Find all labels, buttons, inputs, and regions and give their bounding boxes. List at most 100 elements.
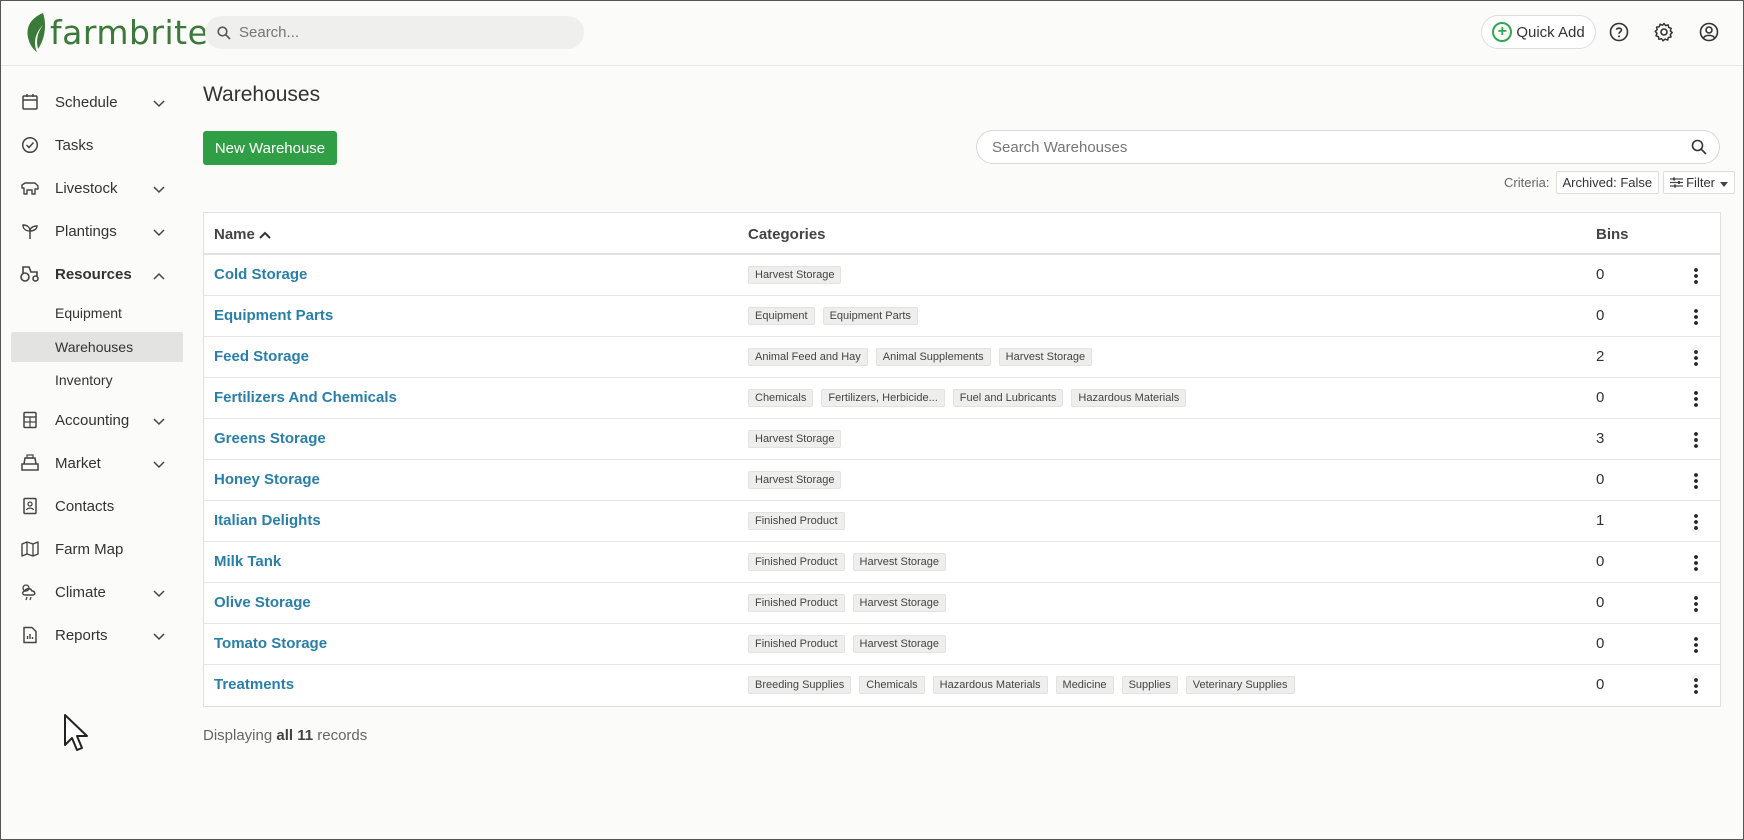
sidebar-subitem-equipment[interactable]: Equipment bbox=[11, 298, 183, 328]
table-row[interactable]: Milk Tank Finished Product Harvest Storage… bbox=[204, 542, 1720, 583]
table-row[interactable]: Italian Delights Finished Product 1 bbox=[204, 501, 1720, 542]
criteria-chip[interactable]: Archived: False bbox=[1555, 171, 1660, 194]
row-actions-kebab-icon[interactable] bbox=[1687, 677, 1705, 695]
sidebar-item-plantings[interactable]: Plantings bbox=[11, 212, 183, 250]
warehouse-search[interactable] bbox=[976, 130, 1720, 164]
quick-add-button[interactable]: + Quick Add bbox=[1481, 15, 1596, 49]
records-count: Displaying all 11 records bbox=[203, 727, 367, 744]
global-search-input[interactable] bbox=[237, 23, 557, 42]
bins-count: 2 bbox=[1596, 348, 1605, 365]
warehouse-name-link[interactable]: Treatments bbox=[214, 676, 294, 693]
table-row[interactable]: Tomato Storage Finished Product Harvest St… bbox=[204, 624, 1720, 665]
warehouse-name-link[interactable]: Italian Delights bbox=[214, 512, 321, 529]
category-tag: Supplies bbox=[1121, 676, 1178, 694]
sidebar-item-accounting[interactable]: Accounting bbox=[11, 401, 183, 439]
bins-count: 0 bbox=[1596, 553, 1605, 570]
category-tags: Animal Feed and Hay Animal Supplements Har… bbox=[748, 348, 1100, 366]
farmbrite-logo[interactable]: farmbrite bbox=[23, 11, 208, 53]
help-icon[interactable] bbox=[1607, 20, 1631, 44]
category-tag: Harvest Storage bbox=[852, 553, 947, 571]
chevron-down-icon bbox=[153, 585, 165, 602]
sidebar-subitem-inventory[interactable]: Inventory bbox=[11, 365, 183, 395]
sidebar-item-farm-map[interactable]: Farm Map bbox=[11, 530, 183, 568]
category-tag: Chemicals bbox=[859, 676, 925, 694]
row-actions-kebab-icon[interactable] bbox=[1687, 390, 1705, 408]
caret-down-icon bbox=[1720, 175, 1728, 190]
warehouse-name-link[interactable]: Honey Storage bbox=[214, 471, 320, 488]
table-row[interactable]: Fertilizers And Chemicals Chemicals Fertil… bbox=[204, 378, 1720, 419]
row-actions-kebab-icon[interactable] bbox=[1687, 349, 1705, 367]
global-search[interactable] bbox=[205, 16, 584, 49]
bins-count: 1 bbox=[1596, 512, 1605, 529]
records-prefix: Displaying bbox=[203, 727, 273, 744]
sidebar-item-market[interactable]: Market bbox=[11, 444, 183, 482]
sidebar-item-schedule[interactable]: Schedule bbox=[11, 83, 183, 121]
bins-count: 0 bbox=[1596, 389, 1605, 406]
table-row[interactable]: Treatments Breeding Supplies Chemicals Haza… bbox=[204, 665, 1720, 706]
category-tag: Fuel and Lubricants bbox=[952, 389, 1064, 407]
warehouse-name-link[interactable]: Cold Storage bbox=[214, 266, 307, 283]
row-actions-kebab-icon[interactable] bbox=[1687, 513, 1705, 531]
table-row[interactable]: Greens Storage Harvest Storage 3 bbox=[204, 419, 1720, 460]
sidebar-item-contacts[interactable]: Contacts bbox=[11, 487, 183, 525]
filter-label: Filter bbox=[1686, 175, 1715, 190]
row-actions-kebab-icon[interactable] bbox=[1687, 308, 1705, 326]
row-actions-kebab-icon[interactable] bbox=[1687, 554, 1705, 572]
row-actions-kebab-icon[interactable] bbox=[1687, 636, 1705, 654]
warehouse-name-link[interactable]: Milk Tank bbox=[214, 553, 281, 570]
bins-count: 0 bbox=[1596, 266, 1605, 283]
sidebar-item-resources[interactable]: Resources bbox=[11, 255, 183, 293]
sidebar-subitem-warehouses[interactable]: Warehouses bbox=[11, 332, 183, 362]
report-icon bbox=[19, 624, 41, 646]
table-row[interactable]: Olive Storage Finished Product Harvest Sto… bbox=[204, 583, 1720, 624]
sidebar-item-climate[interactable]: Climate bbox=[11, 573, 183, 611]
account-icon[interactable] bbox=[1697, 20, 1721, 44]
table-row[interactable]: Honey Storage Harvest Storage 0 bbox=[204, 460, 1720, 501]
search-icon bbox=[217, 25, 231, 40]
sidebar-item-tasks[interactable]: Tasks bbox=[11, 126, 183, 164]
warehouse-name-link[interactable]: Fertilizers And Chemicals bbox=[214, 389, 397, 406]
category-tag: Hazardous Materials bbox=[932, 676, 1048, 694]
row-actions-kebab-icon[interactable] bbox=[1687, 431, 1705, 449]
table-row[interactable]: Cold Storage Harvest Storage 0 bbox=[204, 255, 1720, 296]
chevron-down-icon bbox=[153, 224, 165, 241]
page-title: Warehouses bbox=[203, 83, 321, 106]
table-row[interactable]: Equipment Parts Equipment Equipment Parts 0 bbox=[204, 296, 1720, 337]
sidebar-item-label: Resources bbox=[55, 265, 132, 283]
chevron-down-icon bbox=[153, 628, 165, 645]
category-tag: Finished Product bbox=[748, 512, 845, 530]
top-bar: farmbrite + Quick Add bbox=[1, 1, 1743, 66]
warehouse-name-link[interactable]: Equipment Parts bbox=[214, 307, 333, 324]
warehouse-name-link[interactable]: Greens Storage bbox=[214, 430, 326, 447]
criteria-label: Criteria: bbox=[1504, 175, 1550, 190]
category-tag: Harvest Storage bbox=[998, 348, 1093, 366]
category-tag: Harvest Storage bbox=[852, 594, 947, 612]
warehouse-search-input[interactable] bbox=[990, 137, 1670, 157]
category-tag: Finished Product bbox=[748, 594, 845, 612]
warehouse-name-link[interactable]: Olive Storage bbox=[214, 594, 311, 611]
category-tags: Equipment Equipment Parts bbox=[748, 307, 926, 325]
search-icon[interactable] bbox=[1691, 139, 1707, 160]
row-actions-kebab-icon[interactable] bbox=[1687, 472, 1705, 490]
category-tags: Finished Product Harvest Storage bbox=[748, 594, 954, 612]
settings-icon[interactable] bbox=[1652, 20, 1676, 44]
row-actions-kebab-icon[interactable] bbox=[1687, 595, 1705, 613]
sidebar-item-reports[interactable]: Reports bbox=[11, 616, 183, 654]
category-tag: Harvest Storage bbox=[748, 266, 842, 284]
new-warehouse-button[interactable]: New Warehouse bbox=[203, 131, 337, 165]
warehouse-name-link[interactable]: Tomato Storage bbox=[214, 635, 327, 652]
row-actions-kebab-icon[interactable] bbox=[1687, 267, 1705, 285]
sidebar-item-label: Accounting bbox=[55, 411, 130, 429]
filter-button[interactable]: Filter bbox=[1663, 171, 1735, 194]
category-tag: Harvest Storage bbox=[748, 471, 842, 489]
column-bins-header: Bins bbox=[1596, 226, 1629, 243]
table-row[interactable]: Feed Storage Animal Feed and Hay Animal Su… bbox=[204, 337, 1720, 378]
category-tags: Harvest Storage bbox=[748, 471, 849, 489]
warehouse-name-link[interactable]: Feed Storage bbox=[214, 348, 309, 365]
bins-count: 3 bbox=[1596, 430, 1605, 447]
sidebar-item-livestock[interactable]: Livestock bbox=[11, 169, 183, 207]
category-tag: Medicine bbox=[1055, 676, 1114, 694]
column-name-header[interactable]: Name bbox=[214, 226, 271, 243]
bins-count: 0 bbox=[1596, 471, 1605, 488]
sidebar-item-label: Plantings bbox=[55, 222, 117, 240]
